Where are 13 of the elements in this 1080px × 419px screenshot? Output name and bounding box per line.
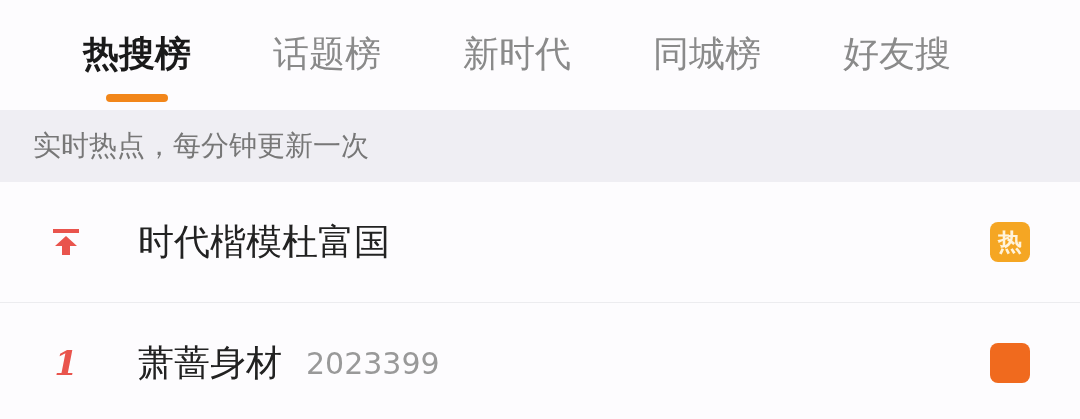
pin-top-icon xyxy=(52,228,80,256)
tab-underline xyxy=(106,94,168,102)
tab[interactable]: 热搜榜 xyxy=(83,0,191,74)
tab[interactable]: 同城榜 xyxy=(653,0,761,74)
hot-badge: 热 xyxy=(990,222,1030,262)
topic-title[interactable]: 萧蔷身材 xyxy=(138,338,282,388)
tab[interactable]: 新时代 xyxy=(463,0,571,74)
topic-title[interactable]: 时代楷模杜富国 xyxy=(138,217,390,267)
rank-number: 1 xyxy=(54,343,78,383)
tab[interactable]: 好友搜 xyxy=(843,0,951,74)
tab[interactable]: 话题榜 xyxy=(273,0,381,74)
notice-text: 实时热点，每分钟更新一次 xyxy=(33,128,369,164)
search-count: 2023399 xyxy=(306,345,440,381)
